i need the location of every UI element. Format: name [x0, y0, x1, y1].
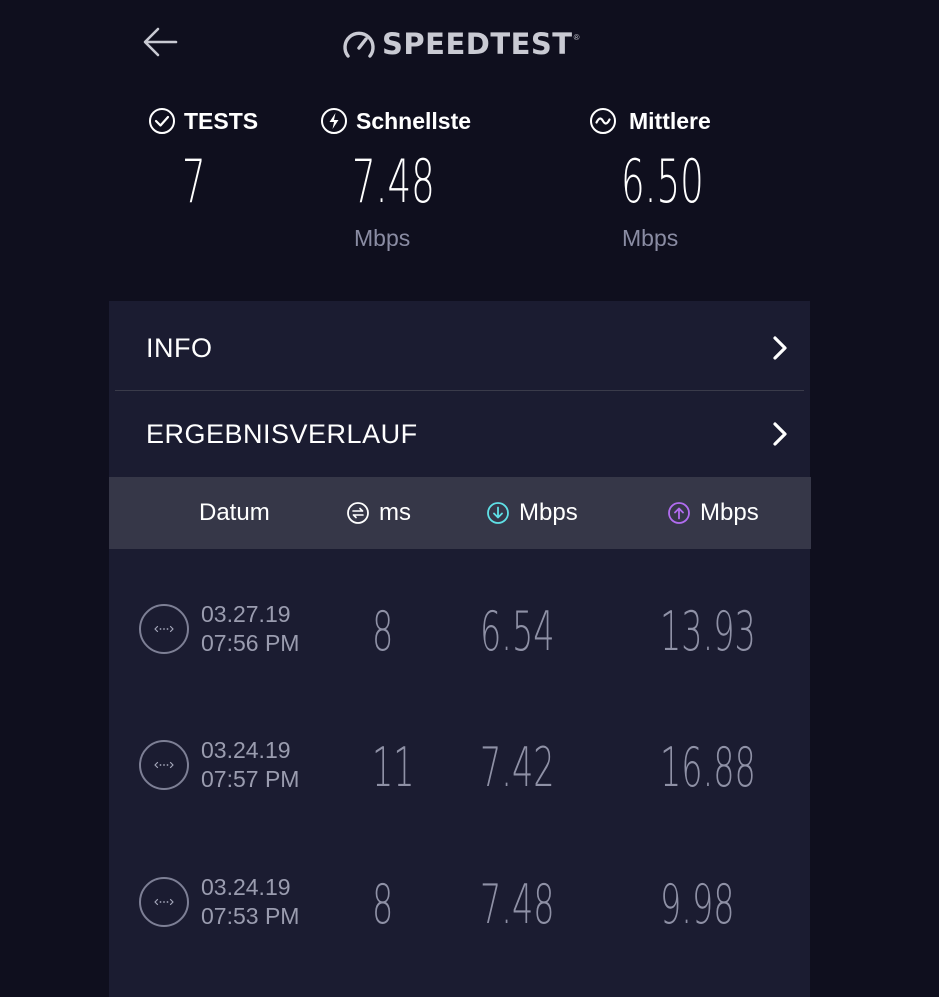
- connection-icon: [139, 740, 189, 790]
- column-header-upload[interactable]: Mbps: [667, 499, 759, 527]
- table-row[interactable]: 03.27.19 07:56 PM 8 6.54 13.93: [109, 563, 810, 699]
- connection-icon: [139, 604, 189, 654]
- table-row[interactable]: 03.24.19 07:57 PM 11 7.42 16.88: [109, 700, 810, 836]
- row-date: 03.24.19 07:57 PM: [201, 737, 300, 792]
- row-date: 03.27.19 07:56 PM: [201, 601, 300, 656]
- fastest-value: 7.48: [352, 147, 435, 217]
- fastest-label: Schnellste: [320, 106, 471, 136]
- info-row[interactable]: INFO: [109, 305, 810, 391]
- upload-value: 13.93: [660, 600, 756, 663]
- ping-value: 8: [372, 873, 394, 936]
- ping-icon: [347, 502, 369, 524]
- upload-value: 9.98: [660, 873, 735, 936]
- column-header-download[interactable]: Mbps: [486, 499, 578, 527]
- speedometer-icon: [343, 31, 375, 58]
- speedtest-logo: SPEEDTEST ®: [342, 24, 580, 64]
- column-header-date[interactable]: Datum: [199, 499, 270, 527]
- back-button[interactable]: [140, 24, 180, 60]
- upload-arrow-icon: [668, 502, 690, 524]
- ping-value: 8: [372, 600, 394, 663]
- download-value: 7.48: [480, 873, 555, 936]
- logo-text: SPEEDTEST: [382, 27, 573, 61]
- row-date: 03.24.19 07:53 PM: [201, 874, 300, 929]
- wave-circle-icon: [590, 108, 616, 134]
- history-row[interactable]: ERGEBNISVERLAUF: [109, 391, 810, 477]
- download-value: 7.42: [480, 736, 555, 799]
- download-value: 6.54: [480, 600, 555, 663]
- lightning-circle-icon: [321, 108, 347, 134]
- table-row[interactable]: 03.24.19 07:53 PM 8 7.48 9.98: [109, 836, 810, 972]
- history-label: ERGEBNISVERLAUF: [146, 418, 418, 449]
- info-label: INFO: [146, 332, 213, 363]
- average-value: 6.50: [621, 147, 704, 217]
- arrow-left-icon: [143, 27, 178, 57]
- average-unit: Mbps: [622, 225, 679, 251]
- check-circle-icon: [149, 108, 175, 134]
- fastest-unit: Mbps: [354, 225, 411, 251]
- chevron-right-icon: [773, 336, 787, 360]
- download-arrow-icon: [487, 502, 509, 524]
- table-header: Datum ms Mbps Mbps: [109, 477, 811, 549]
- ping-value: 11: [372, 736, 415, 799]
- tests-value: 7: [182, 147, 206, 217]
- chevron-right-icon: [773, 422, 787, 446]
- average-label: Mittlere: [589, 106, 711, 136]
- results-panel: INFO ERGEBNISVERLAUF Datum ms Mbps Mbps …: [109, 301, 811, 997]
- column-header-ping[interactable]: ms: [346, 499, 411, 527]
- logo-trademark: ®: [573, 32, 580, 42]
- upload-value: 16.88: [660, 736, 756, 799]
- connection-icon: [139, 877, 189, 927]
- tests-label: TESTS: [148, 106, 258, 136]
